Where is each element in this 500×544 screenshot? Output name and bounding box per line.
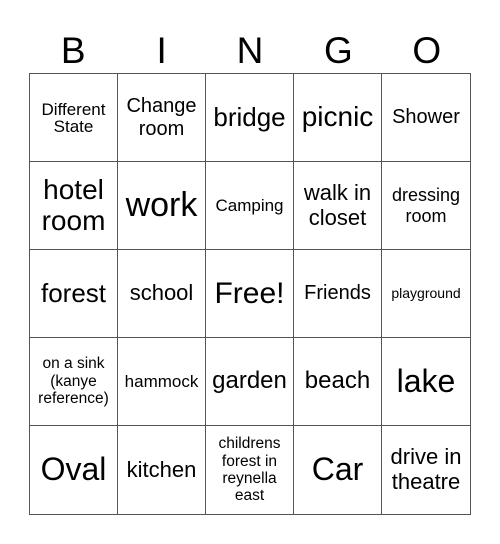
bingo-cell[interactable]: drive in theatre xyxy=(382,426,470,514)
bingo-cell[interactable]: kitchen xyxy=(118,426,206,514)
bingo-cell[interactable]: hotel room xyxy=(30,162,118,250)
bingo-cell[interactable]: childrens forest in reynella east xyxy=(206,426,294,514)
bingo-cell[interactable]: Car xyxy=(294,426,382,514)
bingo-cell[interactable]: Oval xyxy=(30,426,118,514)
bingo-header: B I N G O xyxy=(29,28,471,73)
header-letter-n: N xyxy=(236,30,264,71)
bingo-cell[interactable]: hammock xyxy=(118,338,206,426)
bingo-cell[interactable]: beach xyxy=(294,338,382,426)
bingo-cell[interactable]: garden xyxy=(206,338,294,426)
bingo-cell[interactable]: on a sink (kanye reference) xyxy=(30,338,118,426)
bingo-cell[interactable]: walk in closet xyxy=(294,162,382,250)
bingo-cell[interactable]: school xyxy=(118,250,206,338)
bingo-cell[interactable]: playground xyxy=(382,250,470,338)
bingo-cell[interactable]: bridge xyxy=(206,74,294,162)
bingo-cell[interactable]: Shower xyxy=(382,74,470,162)
bingo-card: Different State Change room bridge picni… xyxy=(29,73,471,515)
header-letter-i: I xyxy=(156,30,167,71)
header-letter-g: G xyxy=(324,30,353,71)
bingo-cell[interactable]: work xyxy=(118,162,206,250)
bingo-cell[interactable]: Camping xyxy=(206,162,294,250)
free-space[interactable]: Free! xyxy=(206,250,294,338)
bingo-cell[interactable]: forest xyxy=(30,250,118,338)
bingo-cell[interactable]: Friends xyxy=(294,250,382,338)
header-letter-b: B xyxy=(60,30,86,71)
bingo-cell[interactable]: dressing room xyxy=(382,162,470,250)
bingo-cell[interactable]: lake xyxy=(382,338,470,426)
header-letter-o: O xyxy=(412,30,442,71)
bingo-cell[interactable]: Change room xyxy=(118,74,206,162)
bingo-cell[interactable]: picnic xyxy=(294,74,382,162)
bingo-cell[interactable]: Different State xyxy=(30,74,118,162)
